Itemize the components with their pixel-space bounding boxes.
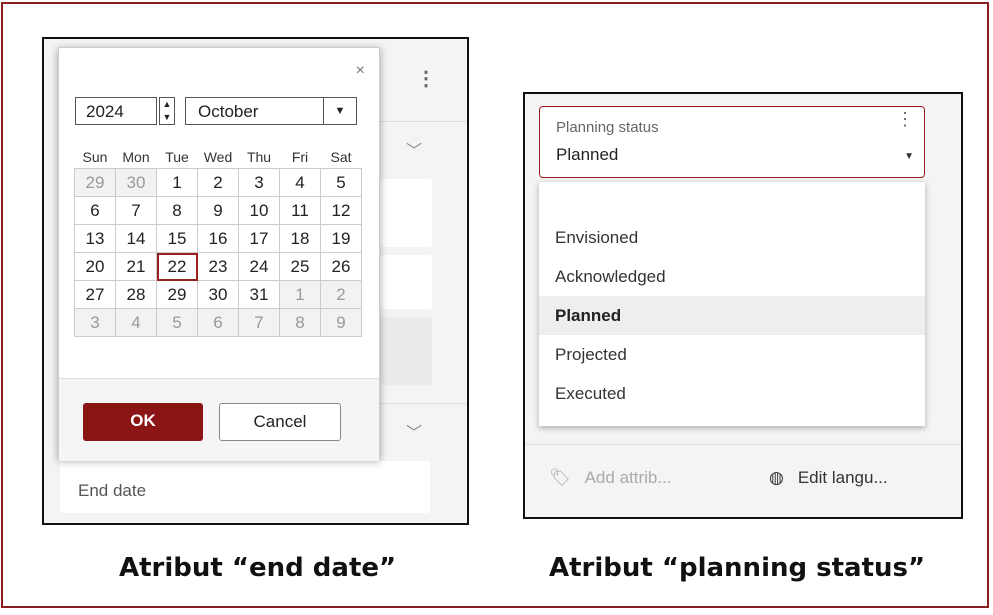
end-date-field[interactable]: End date	[60, 461, 430, 513]
status-option[interactable]: Envisioned	[539, 218, 925, 257]
calendar-week: 20 21 22 23 24 25 26	[74, 252, 362, 281]
calendar-day[interactable]: 10	[238, 196, 280, 225]
chevron-down-icon[interactable]: ﹀	[406, 419, 422, 443]
weekday-header: Sat	[330, 149, 352, 165]
form-card	[380, 179, 432, 247]
calendar-day[interactable]: 16	[197, 224, 239, 253]
globe-icon: ◍	[769, 468, 784, 487]
calendar-week: 29 30 1 2 3 4 5	[74, 168, 362, 197]
end-date-screenshot: ⋮ ﹀ ﹀ End date × 2024 ▲ ▼ October ▼ Sun M…	[42, 37, 469, 525]
month-select[interactable]: October ▼	[185, 97, 357, 125]
status-options-menu: Envisioned Acknowledged Planned Projected Ex…	[539, 182, 925, 426]
field-value: Planned	[556, 145, 619, 164]
calendar-day[interactable]: 15	[156, 224, 198, 253]
more-options-icon[interactable]: ⋮	[896, 110, 914, 128]
date-picker-popup: × 2024 ▲ ▼ October ▼ Sun Mon Tue Wed Thu Fri S…	[58, 47, 380, 461]
weekday-header: Wed	[203, 149, 233, 165]
calendar-day[interactable]: 19	[320, 224, 362, 253]
calendar-day[interactable]: 8	[279, 308, 321, 337]
calendar-day[interactable]: 4	[115, 308, 157, 337]
calendar-day[interactable]: 8	[156, 196, 198, 225]
edit-language-label: Edit langu...	[797, 468, 888, 487]
status-option[interactable]: Planned	[539, 296, 925, 335]
calendar-day[interactable]: 30	[115, 168, 157, 197]
chevron-down-icon[interactable]: ﹀	[406, 137, 422, 161]
calendar-day[interactable]: 7	[238, 308, 280, 337]
calendar-day[interactable]: 23	[197, 252, 239, 281]
calendar-day[interactable]: 9	[197, 196, 239, 225]
planning-status-screenshot: Planning status Planned ⋮ ▼ Envisioned Ac…	[523, 92, 963, 519]
dropdown-arrow-icon[interactable]: ▼	[323, 98, 356, 124]
status-option[interactable]: Executed	[539, 374, 925, 413]
caption-end-date: Atribut “end date”	[119, 553, 397, 583]
calendar-week: 6 7 8 9 10 11 12	[74, 196, 362, 225]
calendar-day[interactable]: 25	[279, 252, 321, 281]
year-input[interactable]: 2024	[75, 97, 157, 125]
calendar-day[interactable]: 2	[197, 168, 239, 197]
calendar-day[interactable]: 7	[115, 196, 157, 225]
more-options-icon[interactable]: ⋮	[416, 69, 436, 89]
field-label: Planning status	[556, 119, 659, 136]
calendar-day[interactable]: 1	[156, 168, 198, 197]
calendar-day[interactable]: 3	[74, 308, 116, 337]
weekday-header: Fri	[291, 149, 309, 165]
calendar-day[interactable]: 4	[279, 168, 321, 197]
tag-icon: 🏷	[549, 468, 571, 487]
calendar-grid: Sun Mon Tue Wed Thu Fri Sat 29 30 1 2 3 4 5 6 7 8 9 10 11 1…	[74, 146, 362, 337]
spin-up-icon[interactable]: ▲	[160, 98, 174, 111]
calendar-day[interactable]: 27	[74, 280, 116, 309]
add-attribute-label: Add attrib...	[584, 468, 672, 487]
weekday-header: Thu	[246, 149, 272, 165]
calendar-day[interactable]: 3	[238, 168, 280, 197]
calendar-day[interactable]: 9	[320, 308, 362, 337]
calendar-day[interactable]: 21	[115, 252, 157, 281]
calendar-day[interactable]: 6	[197, 308, 239, 337]
form-card	[380, 317, 432, 385]
close-icon[interactable]: ×	[356, 62, 365, 80]
caption-planning-status: Atribut “planning status”	[549, 553, 926, 583]
calendar-day[interactable]: 20	[74, 252, 116, 281]
calendar-day[interactable]: 30	[197, 280, 239, 309]
calendar-day[interactable]: 5	[320, 168, 362, 197]
calendar-day[interactable]: 31	[238, 280, 280, 309]
calendar-day[interactable]: 11	[279, 196, 321, 225]
calendar-day[interactable]: 14	[115, 224, 157, 253]
calendar-day[interactable]: 28	[115, 280, 157, 309]
calendar-day[interactable]: 29	[74, 168, 116, 197]
calendar-day[interactable]: 29	[156, 280, 198, 309]
weekday-header: Mon	[122, 149, 150, 165]
calendar-day[interactable]: 12	[320, 196, 362, 225]
calendar-week: 3456789	[74, 308, 362, 337]
status-option[interactable]: Acknowledged	[539, 257, 925, 296]
divider	[380, 403, 467, 404]
calendar-day[interactable]: 5	[156, 308, 198, 337]
calendar-week: 13 14 15 16 17 18 19	[74, 224, 362, 253]
divider	[380, 121, 467, 122]
calendar-day[interactable]: 6	[74, 196, 116, 225]
year-spinner[interactable]: ▲ ▼	[159, 97, 175, 125]
planning-status-select[interactable]: Planning status Planned ⋮ ▼	[539, 106, 925, 178]
calendar-day[interactable]: 18	[279, 224, 321, 253]
calendar-week: 27 28 29 30 31 1 2	[74, 280, 362, 309]
divider	[525, 444, 961, 445]
month-value: October	[198, 102, 259, 121]
edit-language-button[interactable]: ◍ Edit langu...	[769, 468, 888, 488]
weekday-header: Sun	[82, 149, 108, 165]
status-option[interactable]: Projected	[539, 335, 925, 374]
calendar-day-selected[interactable]: 22	[156, 252, 198, 281]
dropdown-arrow-icon[interactable]: ▼	[904, 151, 914, 162]
picker-footer: OK Cancel	[59, 378, 379, 461]
calendar-day[interactable]: 26	[320, 252, 362, 281]
form-card	[380, 255, 432, 309]
calendar-day[interactable]: 1	[279, 280, 321, 309]
weekday-header: Tue	[165, 149, 189, 165]
cancel-button[interactable]: Cancel	[219, 403, 341, 441]
add-attribute-button[interactable]: 🏷 Add attrib...	[549, 468, 672, 488]
calendar-day[interactable]: 2	[320, 280, 362, 309]
ok-button[interactable]: OK	[83, 403, 203, 441]
calendar-day[interactable]: 17	[238, 224, 280, 253]
spin-down-icon[interactable]: ▼	[160, 111, 174, 124]
calendar-day[interactable]: 13	[74, 224, 116, 253]
calendar-day[interactable]: 24	[238, 252, 280, 281]
